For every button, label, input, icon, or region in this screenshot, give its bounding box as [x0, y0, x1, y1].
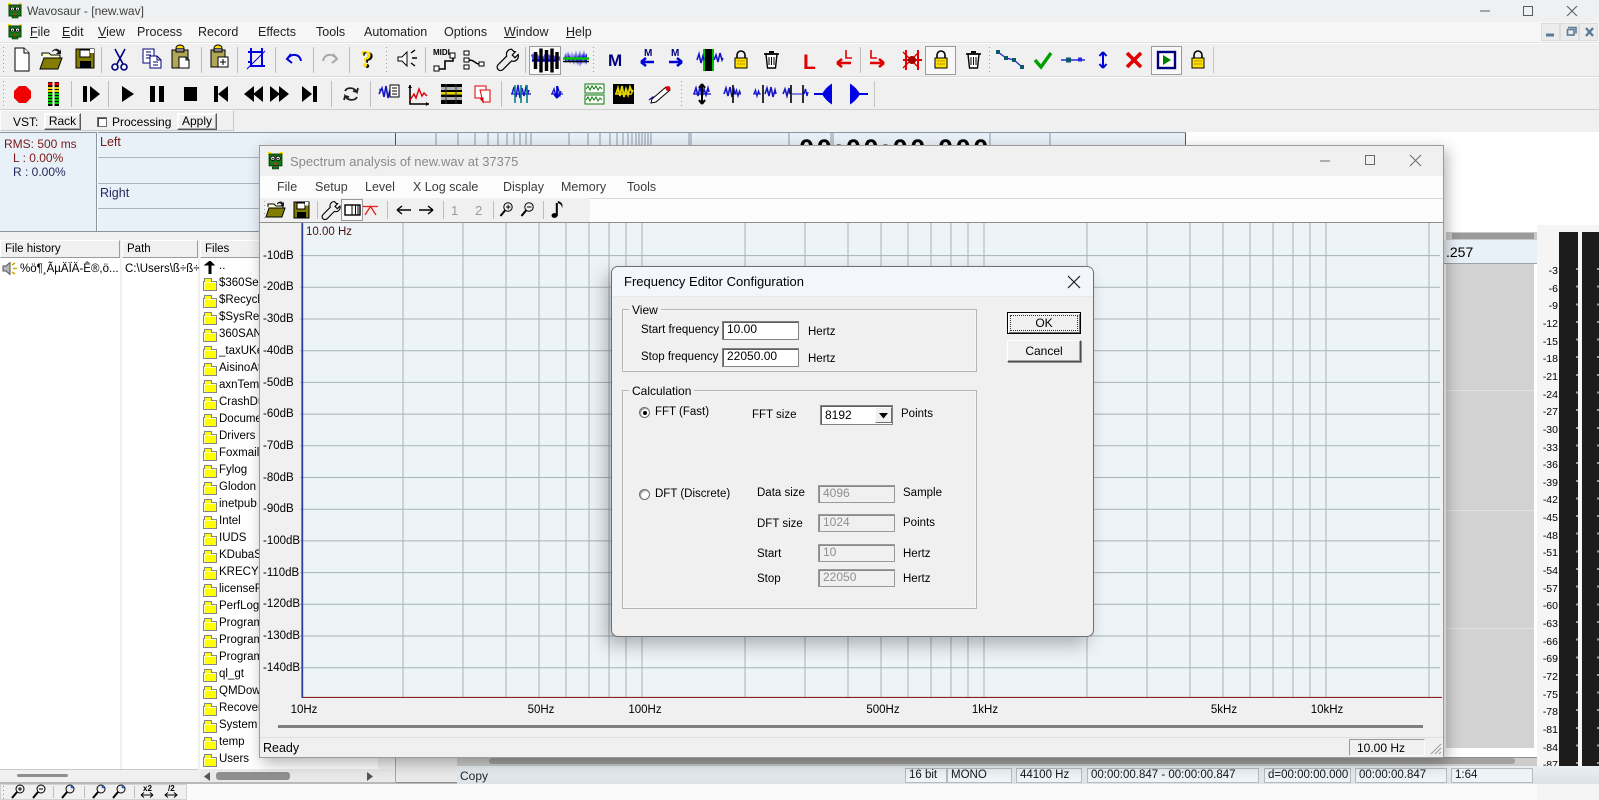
- svg-text:/2: /2: [168, 784, 175, 793]
- svg-text:?: ?: [360, 47, 372, 73]
- svg-text:MIDI: MIDI: [433, 48, 450, 57]
- svg-text:x2: x2: [143, 784, 152, 793]
- svg-text:M: M: [608, 51, 622, 70]
- svg-text:L: L: [803, 51, 816, 74]
- svg-text:2: 2: [475, 203, 482, 218]
- svg-text:1: 1: [451, 203, 458, 218]
